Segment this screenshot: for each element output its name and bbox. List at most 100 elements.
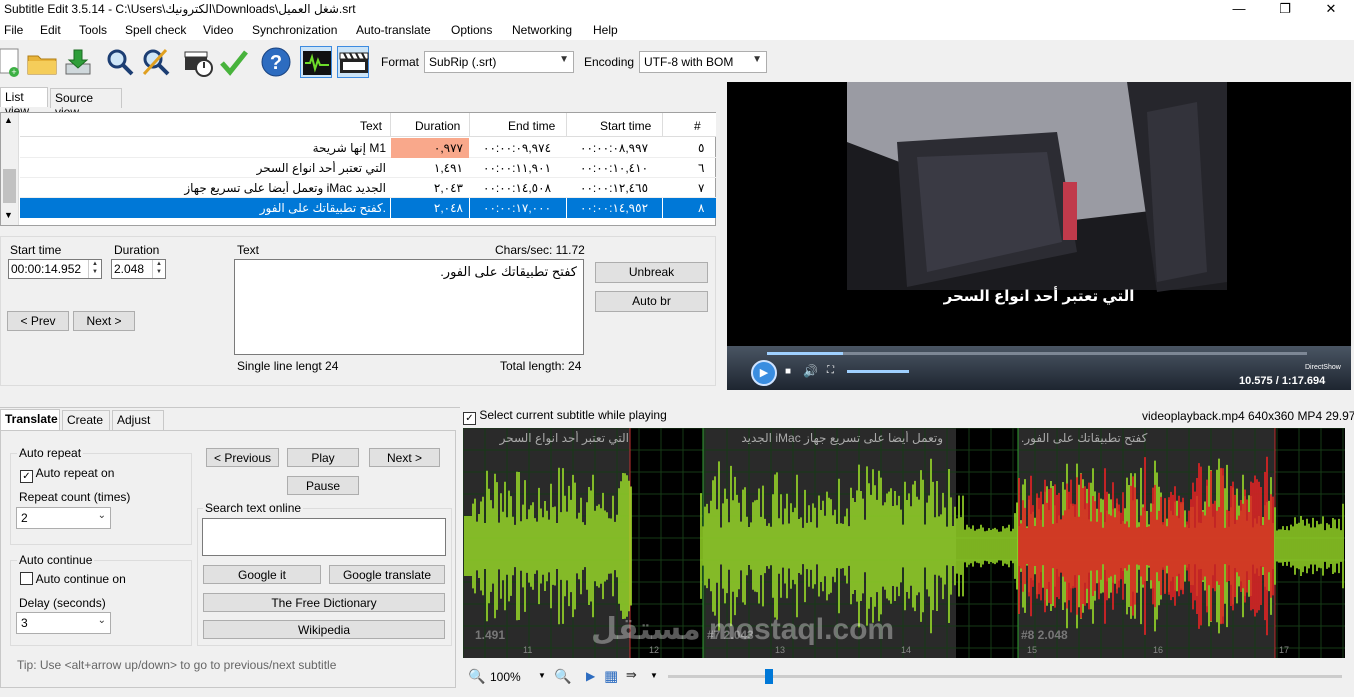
column-header-number[interactable]: # <box>694 119 701 133</box>
pause-button[interactable]: Pause <box>287 476 359 495</box>
new-file-icon[interactable]: + <box>0 46 24 78</box>
menu-edit[interactable]: Edit <box>40 23 61 37</box>
play-selection-icon[interactable]: ▶ <box>586 669 595 683</box>
waveform-toggle-icon[interactable] <box>300 46 332 78</box>
menu-file[interactable]: File <box>4 23 23 37</box>
menu-options[interactable]: Options <box>451 23 492 37</box>
save-download-icon[interactable] <box>62 46 94 78</box>
tab-create[interactable]: Create <box>62 410 110 430</box>
auto-continue-label: Auto continue on <box>35 572 126 586</box>
volume-icon[interactable]: 🔊 <box>803 364 818 378</box>
time-tick: 16 <box>1153 645 1164 655</box>
row-duration: ٢,٠٤٣ <box>433 181 463 195</box>
spell-check-icon[interactable] <box>218 46 250 78</box>
encoding-label: Encoding <box>584 55 635 69</box>
row-end: ٠٠:٠٠:٠٩,٩٧٤ <box>483 141 552 155</box>
free-dictionary-button[interactable]: The Free Dictionary <box>203 593 445 612</box>
video-player[interactable]: التي تعتبر أحد انواع السحر ▶ ■ 🔊 ⛶ Direc… <box>727 82 1351 390</box>
zoom-out-icon[interactable]: 🔍 <box>468 668 485 685</box>
spinner-icon[interactable]: ▲ ▼ <box>152 260 165 278</box>
single-line-length: Single line lengt 24 <box>237 359 339 373</box>
tab-translate[interactable]: Translate <box>0 409 60 431</box>
search-text-input[interactable] <box>202 518 446 556</box>
column-header-start[interactable]: Start time <box>600 119 651 133</box>
stop-icon[interactable]: ■ <box>785 366 791 377</box>
menu-networking[interactable]: Networking <box>512 23 572 37</box>
row-text: وتعمل أيضا على تسريع جهاز iMac الجديد <box>184 181 386 195</box>
auto-repeat-title: Auto repeat <box>17 446 84 460</box>
maximize-button[interactable]: ❐ <box>1262 0 1308 20</box>
menu-synchronization[interactable]: Synchronization <box>252 23 337 37</box>
play-button[interactable]: Play <box>287 448 359 467</box>
menu-spell-check[interactable]: Spell check <box>125 23 186 37</box>
fullscreen-icon[interactable]: ⛶ <box>827 365 834 376</box>
grid-icon[interactable]: ▦ <box>604 667 618 685</box>
column-header-end[interactable]: End time <box>508 119 555 133</box>
waveform-position-slider[interactable] <box>668 669 1342 684</box>
scrollbar-thumb[interactable] <box>3 169 16 203</box>
prev-button[interactable]: < Prev <box>7 311 69 331</box>
column-header-text[interactable]: Text <box>360 119 382 133</box>
table-row[interactable]: ٦ ٠٠:٠٠:١٠,٤١٠ ٠٠:٠٠:١١,٩٠١ ١,٤٩١ التي ت… <box>20 158 716 178</box>
forward-icon[interactable]: ⇛ <box>626 667 637 683</box>
play-icon[interactable]: ▶ <box>751 360 777 386</box>
chevron-down-icon: ⌄ <box>97 510 106 521</box>
format-select[interactable]: SubRip (.srt) ▼ <box>424 51 574 73</box>
tab-adjust[interactable]: Adjust <box>112 410 164 430</box>
chevron-down-icon[interactable]: ▼ <box>538 671 546 680</box>
table-row-selected[interactable]: ٨ ٠٠:٠٠:١٤,٩٥٢ ٠٠:٠٠:١٧,٠٠٠ ٢,٠٤٨ كفتح ت… <box>20 198 716 218</box>
encoding-select[interactable]: UTF-8 with BOM ▼ <box>639 51 767 73</box>
grid-scrollbar[interactable]: ▲ ▼ <box>1 113 19 225</box>
previous-button[interactable]: < Previous <box>206 448 279 467</box>
spinner-icon[interactable]: ▲ ▼ <box>88 260 101 278</box>
format-value: SubRip (.srt) <box>429 55 497 69</box>
slider-thumb[interactable] <box>765 669 773 684</box>
chevron-down-icon[interactable]: ▼ <box>4 210 13 220</box>
next-button[interactable]: Next > <box>73 311 135 331</box>
open-folder-icon[interactable] <box>26 46 58 78</box>
row-number: ٦ <box>698 161 705 175</box>
visual-sync-icon[interactable] <box>183 46 215 78</box>
chevron-up-icon[interactable]: ▲ <box>4 115 13 125</box>
start-time-label: Start time <box>10 243 62 257</box>
menu-video[interactable]: Video <box>203 23 233 37</box>
menu-tools[interactable]: Tools <box>79 23 107 37</box>
format-label: Format <box>381 55 420 69</box>
google-it-button[interactable]: Google it <box>203 565 321 584</box>
delay-select[interactable]: 3 ⌄ <box>16 612 111 634</box>
duration-field[interactable]: 2.048 ▲ ▼ <box>111 259 166 279</box>
google-translate-button[interactable]: Google translate <box>329 565 445 584</box>
chevron-down-icon[interactable]: ▼ <box>650 671 658 680</box>
subtitle-text-editor[interactable]: كفتح تطبيقاتك على الفور. <box>234 259 584 355</box>
repeat-count-select[interactable]: 2 ⌄ <box>16 507 111 529</box>
help-icon[interactable]: ? <box>260 46 292 78</box>
auto-continue-checkbox[interactable]: Auto continue on <box>20 572 126 586</box>
menu-auto-translate[interactable]: Auto-translate <box>356 23 431 37</box>
tab-source-view[interactable]: Source view <box>50 88 122 119</box>
zoom-in-icon[interactable]: 🔍 <box>554 668 571 685</box>
start-time-field[interactable]: 00:00:14.952 ▲ ▼ <box>8 259 102 279</box>
volume-slider[interactable] <box>847 370 909 373</box>
select-current-checkbox[interactable]: ✓ Select current subtitle while playing <box>463 408 667 425</box>
waveform-panel[interactable]: التي تعتبر أحد انواع السحر وتعمل أيضا عل… <box>463 428 1345 658</box>
find-icon[interactable] <box>104 46 136 78</box>
auto-repeat-checkbox[interactable]: ✓ Auto repeat on <box>20 466 114 483</box>
column-header-duration[interactable]: Duration <box>415 119 460 133</box>
auto-br-button[interactable]: Auto br <box>595 291 708 312</box>
table-row[interactable]: ٥ ٠٠:٠٠:٠٨,٩٩٧ ٠٠:٠٠:٠٩,٩٧٤ ٠,٩٧٧ إنها ش… <box>20 138 716 158</box>
tab-list-view[interactable]: List view <box>0 87 48 118</box>
grid-header: # Start time End time Duration Text <box>20 113 716 137</box>
video-toggle-icon[interactable] <box>337 46 369 78</box>
replace-icon[interactable] <box>140 46 172 78</box>
menu-help[interactable]: Help <box>593 23 618 37</box>
wikipedia-button[interactable]: Wikipedia <box>203 620 445 639</box>
next-subtitle-button[interactable]: Next > <box>369 448 440 467</box>
repeat-count-label: Repeat count (times) <box>19 490 131 504</box>
close-button[interactable]: ✕ <box>1308 0 1354 20</box>
seek-bar[interactable] <box>767 352 1307 355</box>
zoom-value[interactable]: 100% <box>490 670 521 684</box>
player-controls: ▶ ■ 🔊 ⛶ DirectShow 10.575 / 1:17.694 <box>727 346 1351 390</box>
minimize-button[interactable]: — <box>1216 0 1262 20</box>
table-row[interactable]: ٧ ٠٠:٠٠:١٢,٤٦٥ ٠٠:٠٠:١٤,٥٠٨ ٢,٠٤٣ وتعمل … <box>20 178 716 198</box>
unbreak-button[interactable]: Unbreak <box>595 262 708 283</box>
